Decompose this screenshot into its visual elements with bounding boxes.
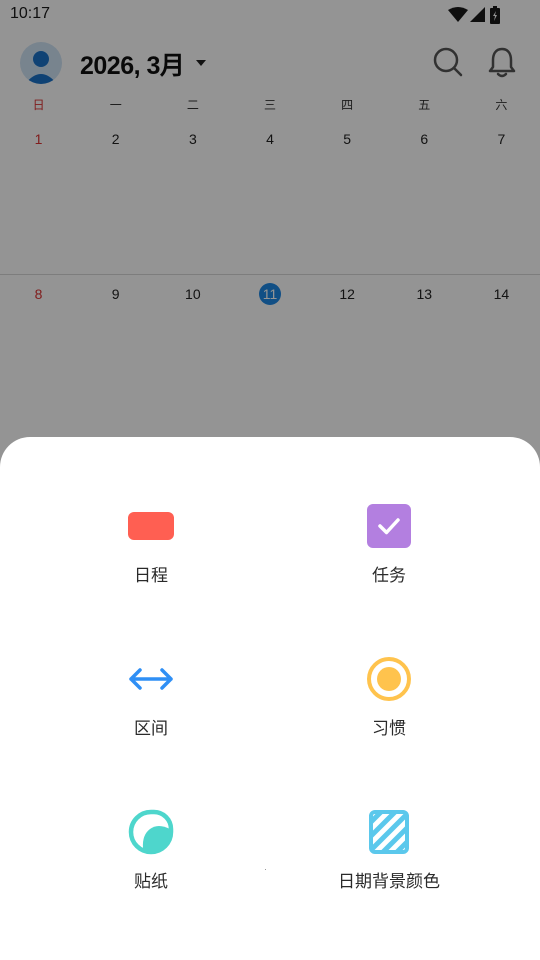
- add-item-bottom-sheet: 日程 任务 区间 习惯 贴纸 日期背景颜色: [0, 437, 540, 960]
- schedule-icon: [126, 501, 176, 551]
- option-label: 任务: [372, 566, 406, 586]
- option-label: 日程: [134, 566, 168, 586]
- option-label: 日期背景颜色: [338, 872, 440, 892]
- add-sticker-option[interactable]: 贴纸: [51, 807, 251, 917]
- date-background-color-option[interactable]: 日期背景颜色: [289, 807, 489, 917]
- option-label: 区间: [134, 719, 168, 739]
- add-task-option[interactable]: 任务: [289, 501, 489, 611]
- range-arrow-icon: [126, 654, 176, 704]
- task-check-icon: [364, 501, 414, 551]
- option-label: 习惯: [372, 719, 406, 739]
- add-schedule-option[interactable]: 日程: [51, 501, 251, 611]
- habit-target-icon: [364, 654, 414, 704]
- date-background-color-icon: [364, 807, 414, 857]
- sticker-icon: [126, 807, 176, 857]
- add-range-option[interactable]: 区间: [51, 654, 251, 764]
- add-habit-option[interactable]: 习惯: [289, 654, 489, 764]
- option-label: 贴纸: [134, 872, 168, 892]
- speck: [265, 869, 266, 870]
